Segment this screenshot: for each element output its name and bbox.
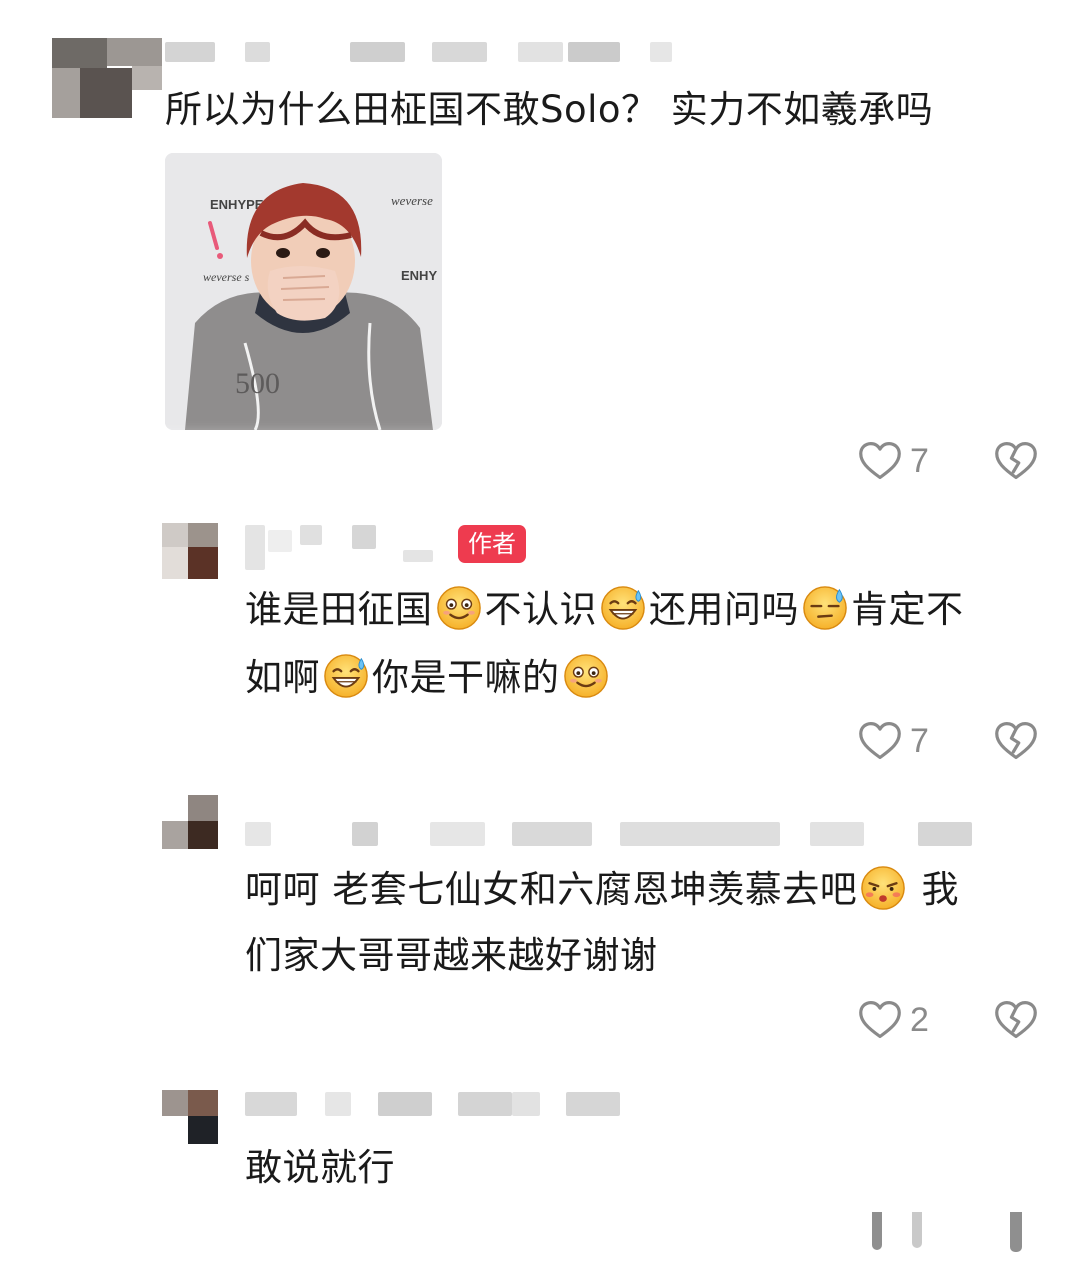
comment-text: 敢说就行	[245, 1146, 395, 1189]
dislike-button[interactable]	[994, 440, 1038, 486]
sweat-grin-emoji-icon	[600, 585, 646, 631]
heart-outline-icon	[858, 440, 902, 482]
comment-text-line2: 们家大哥哥越来越好谢谢	[245, 934, 658, 977]
sweat-grin-emoji-icon	[323, 653, 369, 699]
broken-heart-icon	[994, 999, 1038, 1041]
svg-text:500: 500	[235, 367, 280, 400]
avatar[interactable]	[162, 1090, 218, 1144]
svg-text:weverse s: weverse s	[203, 270, 250, 284]
redacted-area	[200, 1220, 580, 1250]
heart-outline-icon	[858, 720, 902, 762]
avatar[interactable]	[162, 523, 218, 579]
comment-text: 谁是田征国 不认识 还用问吗 肯定不	[245, 576, 964, 644]
svg-text:weverse: weverse	[391, 193, 433, 208]
broken-heart-icon	[994, 720, 1038, 762]
like-count: 7	[910, 441, 929, 480]
comment-text: 所以为什么田柾国不敢Solo？ 实力不如羲承吗	[165, 88, 934, 131]
like-button[interactable]: 7	[858, 720, 929, 762]
svg-text:ENHY: ENHY	[401, 268, 437, 283]
redacted-area	[140, 450, 540, 480]
comment-text-line2: 如啊 你是干嘛的	[245, 644, 612, 712]
smile-emoji-icon	[563, 653, 609, 699]
downcast-sweat-emoji-icon	[802, 585, 848, 631]
redacted-area	[170, 1008, 590, 1038]
avatar[interactable]	[162, 795, 218, 849]
comment-text: 呵呵 老套七仙女和六腐恩坤羡慕去吧 我	[245, 856, 959, 924]
dislike-button[interactable]	[994, 720, 1038, 766]
avatar[interactable]	[52, 38, 162, 118]
like-button[interactable]: 7	[858, 440, 929, 482]
dislike-button[interactable]	[994, 999, 1038, 1045]
heart-outline-icon	[858, 999, 902, 1041]
like-count: 2	[910, 1000, 929, 1039]
broken-heart-icon	[994, 440, 1038, 482]
author-badge: 作者	[458, 525, 526, 563]
smile-emoji-icon	[436, 585, 482, 631]
comment-image[interactable]: ENHYPEN weverse weverse s ENHY 500	[165, 153, 442, 430]
pouting-emoji-icon	[860, 865, 906, 911]
like-button[interactable]: 2	[858, 999, 929, 1041]
redacted-area	[200, 728, 630, 758]
like-count: 7	[910, 721, 929, 760]
